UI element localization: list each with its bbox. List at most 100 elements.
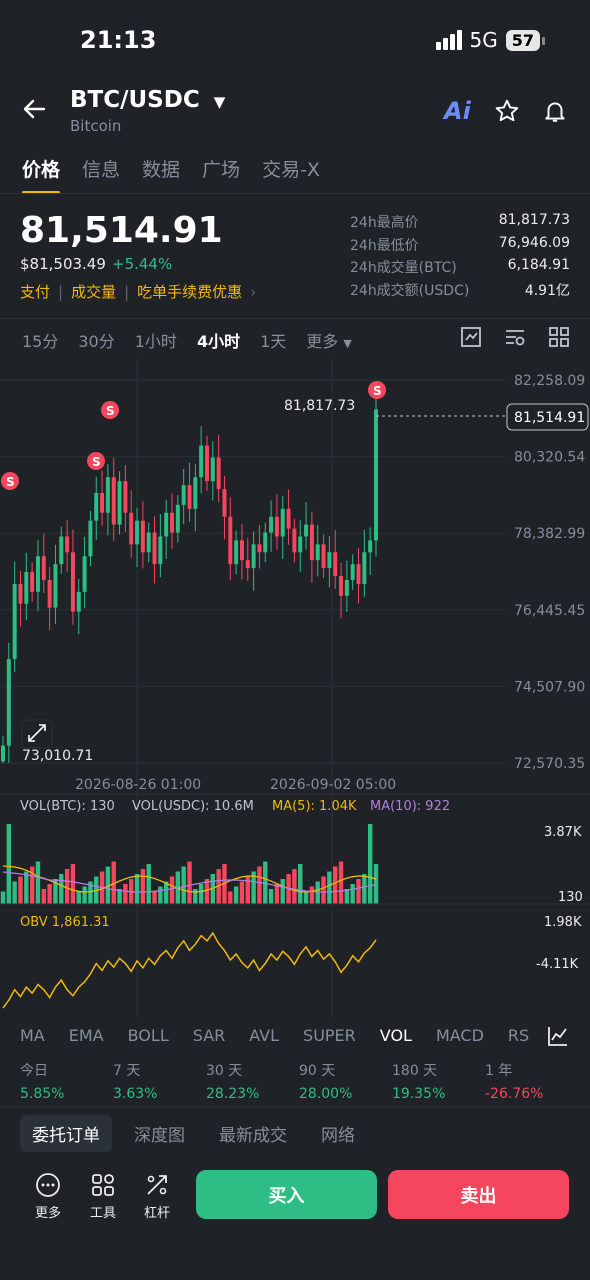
y-tick-label: 82,258.09 [514,373,585,389]
interval-1d[interactable]: 1天 [260,328,286,352]
chevron-right-icon: › [250,282,257,301]
tab-data[interactable]: 数据 [142,155,180,182]
indicator-ema[interactable]: EMA [69,1026,104,1045]
indicator-rsi[interactable]: RSI [508,1026,530,1045]
candle-body [234,540,239,565]
divider [0,318,590,319]
vol-ma5-label: MA(5): 1.04K [272,799,357,814]
perf-item: 30 天 28.23% [206,1060,259,1102]
more-icon [36,1173,60,1197]
tab-open-orders[interactable]: 委托订单 [20,1115,112,1152]
indicator-super[interactable]: SUPER [303,1026,356,1045]
indicator-settings-icon[interactable] [546,1024,570,1048]
volume-bar [274,884,280,904]
bell-icon[interactable] [542,98,568,128]
candle-body [175,504,180,533]
interval-4h[interactable]: 4小时 [197,328,240,352]
buy-button[interactable]: 买入 [196,1170,377,1219]
leverage-button[interactable]: 杠杆 [132,1172,182,1221]
interval-more[interactable]: 更多 ▼ [306,328,352,352]
low-marker-label: 73,010.71 [22,748,93,764]
star-icon[interactable] [494,98,520,128]
candle-body [76,591,81,612]
expand-icon[interactable] [21,719,53,749]
promo-separator: | [58,282,64,301]
x-tick-label: 2026-08-26 01:00 [75,777,201,793]
candle-body [53,564,58,608]
leverage-icon [147,1175,167,1195]
chart-settings-icon[interactable] [504,326,526,348]
indicator-vol[interactable]: VOL [380,1026,412,1045]
promo-volume[interactable]: 成交量 [71,281,116,302]
volume-bar [134,874,140,904]
stat-row: 24h成交量(BTC) 6,184.91 [350,257,570,280]
perf-item: 180 天 19.35% [392,1060,445,1102]
volume-bar [152,891,157,904]
candle-body [292,528,297,553]
perf-label: 180 天 [392,1063,438,1079]
indicator-sar[interactable]: SAR [193,1026,226,1045]
tab-network[interactable]: 网络 [309,1115,367,1152]
candle-body [41,556,46,580]
network-label: 5G [469,28,498,52]
indicator-ma[interactable]: MA [20,1026,45,1045]
volume-bar [41,889,46,904]
chart-tools [460,326,570,348]
tools-button[interactable]: 工具 [78,1172,128,1221]
stat-value: 81,817.73 [498,212,570,228]
volume-bar [228,891,233,904]
tab-trades[interactable]: 最新成交 [207,1115,299,1152]
promo-links[interactable]: 支付 | 成交量 | 吃单手续费优惠 › [20,281,256,302]
candle-body [239,540,244,561]
volume-bar [362,874,367,904]
tools-label: 工具 [89,1206,116,1221]
volume-bar [292,869,297,904]
perf-value: 5.85% [20,1086,65,1102]
tab-price[interactable]: 价格 [22,155,61,194]
chart-type-icon[interactable] [460,326,482,348]
tab-depth[interactable]: 深度图 [122,1115,197,1152]
interval-30m[interactable]: 30分 [78,328,114,352]
candle-body [216,457,221,490]
candle-body [356,564,361,584]
indicator-macd[interactable]: MACD [436,1026,484,1045]
candle-body [362,552,367,584]
promo-pay[interactable]: 支付 [20,281,50,302]
volume-bar [163,881,169,904]
candle-body [228,516,233,565]
candle-body [327,552,332,569]
indicator-avl[interactable]: AVL [249,1026,279,1045]
layout-grid-icon[interactable] [548,326,570,348]
tab-trade-x[interactable]: 交易-X [262,155,320,182]
candle-body [47,579,52,608]
vol-usdc-label: VOL(USDC): 10.6M [132,799,254,814]
volume-bar [47,884,52,904]
candle-body [274,516,279,537]
more-button[interactable]: 更多 [23,1172,73,1221]
back-arrow-icon[interactable] [22,96,48,126]
sell-button[interactable]: 卖出 [388,1170,569,1219]
pair-selector[interactable]: BTC/USDC ▼ [70,87,225,113]
tab-info[interactable]: 信息 [82,155,120,182]
candle-body [111,477,116,525]
candle-body [117,481,122,525]
candle-body [181,485,186,505]
promo-fee[interactable]: 吃单手续费优惠 [137,281,242,302]
candle-body [315,544,320,561]
volume-bar [298,864,303,904]
price-chart[interactable]: S S S S 82,258.09 80,320.54 78,382.99 76,445.4… [0,358,590,1018]
volume-bar [268,889,274,904]
volume-bar [187,861,192,904]
battery-icon: 57 [505,29,546,51]
tab-square[interactable]: 广场 [202,155,240,182]
interval-1h[interactable]: 1小时 [135,328,177,352]
candle-body [35,556,40,592]
volume-bar [146,864,151,904]
perf-item: 90 天 28.00% [299,1060,352,1102]
interval-15m[interactable]: 15分 [22,328,58,352]
indicator-boll[interactable]: BOLL [128,1026,169,1045]
ai-icon[interactable]: Ai [444,97,471,125]
leverage-label: 杠杆 [143,1206,170,1221]
candle-body [24,572,29,604]
candle-body [350,564,355,580]
